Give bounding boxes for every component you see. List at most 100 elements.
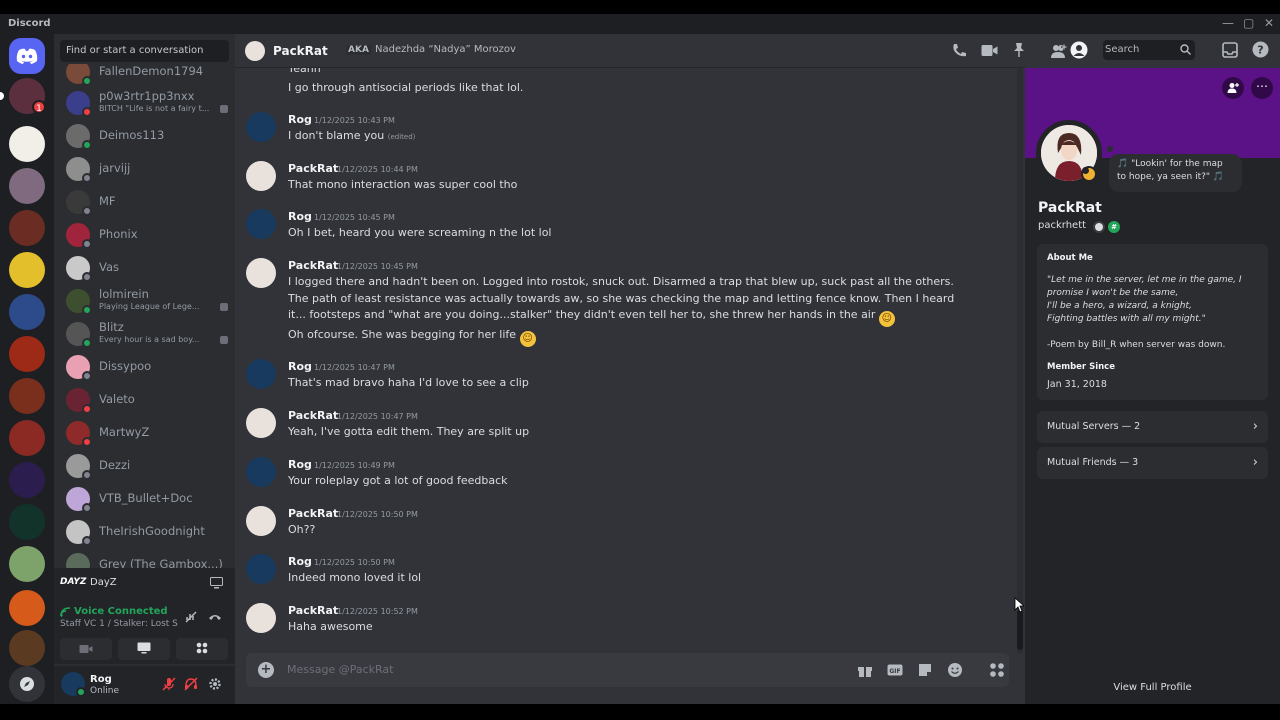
message-text: That mono interaction was super cool tho bbox=[288, 178, 518, 191]
server-icon[interactable] bbox=[9, 546, 45, 582]
server-icon[interactable] bbox=[9, 590, 45, 626]
upload-plus-icon[interactable]: + bbox=[258, 662, 274, 678]
help-icon[interactable]: ? bbox=[1252, 41, 1269, 58]
profile-toggle-icon[interactable] bbox=[1070, 41, 1088, 59]
activities-button[interactable] bbox=[176, 638, 228, 660]
pin-icon[interactable] bbox=[1012, 42, 1026, 58]
gif-icon[interactable]: GIF bbox=[887, 662, 903, 678]
status-dot bbox=[82, 239, 92, 249]
dm-item[interactable]: Blitz Every hour is a sad boy... bbox=[62, 318, 230, 350]
dm-item[interactable]: VTB_Bullet+Doc bbox=[62, 483, 230, 515]
profile-username[interactable]: packrhett bbox=[1038, 220, 1086, 231]
message-text: Oh?? bbox=[288, 523, 316, 536]
hashtag-badge-icon[interactable]: # bbox=[1108, 221, 1120, 233]
discover-button[interactable] bbox=[9, 666, 45, 702]
avatar[interactable] bbox=[246, 408, 276, 438]
camera-button[interactable] bbox=[60, 638, 112, 660]
share-screen-button[interactable] bbox=[118, 638, 170, 660]
radiation-icon[interactable] bbox=[9, 252, 45, 288]
message-author[interactable]: PackRat bbox=[288, 507, 338, 520]
noise-suppression-icon[interactable] bbox=[184, 610, 198, 624]
dm-item[interactable]: TheIrishGoodnight bbox=[62, 516, 230, 548]
minimize-button[interactable]: — bbox=[1222, 16, 1234, 30]
mutual-friends-row[interactable]: Mutual Friends — 3 › bbox=[1037, 447, 1268, 479]
video-call-icon[interactable] bbox=[981, 44, 998, 57]
server-icon[interactable] bbox=[9, 378, 45, 414]
voice-call-icon[interactable] bbox=[951, 42, 968, 59]
screen-share-icon[interactable] bbox=[210, 577, 223, 589]
message-author[interactable]: PackRat bbox=[288, 259, 338, 272]
server-icon[interactable] bbox=[9, 420, 45, 456]
message-input[interactable]: Message @PackRat bbox=[287, 663, 393, 676]
avatar[interactable] bbox=[246, 112, 276, 142]
server-icon[interactable] bbox=[9, 168, 45, 204]
inbox-icon[interactable] bbox=[1222, 42, 1238, 58]
mutual-servers-row[interactable]: Mutual Servers — 2 › bbox=[1037, 411, 1268, 443]
voice-channel-link[interactable]: Staff VC 1 / Stalker: Lost St... bbox=[60, 619, 178, 629]
dm-name: lolmirein bbox=[99, 287, 149, 301]
message-author[interactable]: Rog bbox=[288, 210, 312, 223]
voice-server-row[interactable]: DAYZ DayZ bbox=[54, 568, 235, 600]
dm-item[interactable]: Deimos113 bbox=[62, 120, 230, 152]
dm-item[interactable]: Phonix bbox=[62, 219, 230, 251]
server-icon[interactable] bbox=[9, 294, 45, 330]
server-icon[interactable] bbox=[9, 336, 45, 372]
scrollbar-thumb[interactable] bbox=[1017, 610, 1023, 650]
message-author[interactable]: Rog bbox=[288, 458, 312, 471]
avatar[interactable] bbox=[246, 359, 276, 389]
new-group-dm-icon[interactable] bbox=[1050, 42, 1068, 60]
sticker-icon[interactable] bbox=[917, 662, 933, 678]
message-author[interactable]: PackRat bbox=[288, 604, 338, 617]
header-toolbar: Search ? bbox=[1025, 34, 1280, 68]
message-author[interactable]: PackRat bbox=[288, 409, 338, 422]
dm-item[interactable]: MartwyZ bbox=[62, 417, 230, 449]
deafen-icon[interactable] bbox=[184, 677, 198, 691]
dm-search-input[interactable]: Find or start a conversation bbox=[60, 40, 229, 62]
dm-item[interactable]: Dezzi bbox=[62, 450, 230, 482]
mute-icon[interactable] bbox=[162, 677, 176, 691]
chat-scrollbar[interactable] bbox=[1017, 68, 1023, 654]
dm-item[interactable]: FallenDemon1794 bbox=[62, 64, 230, 88]
server-icon[interactable] bbox=[9, 462, 45, 498]
dm-item[interactable]: Vas bbox=[62, 252, 230, 284]
gift-icon[interactable] bbox=[857, 662, 873, 678]
dm-item[interactable]: MF bbox=[62, 186, 230, 218]
dm-item[interactable]: lolmirein Playing League of Lege... bbox=[62, 285, 230, 317]
rofl-emoji-icon: ☺ bbox=[878, 311, 895, 327]
add-friend-button[interactable] bbox=[1222, 77, 1244, 99]
avatar[interactable] bbox=[245, 41, 265, 61]
emoji-icon[interactable] bbox=[947, 662, 963, 678]
avatar[interactable] bbox=[246, 506, 276, 536]
message-author[interactable]: PackRat bbox=[288, 162, 338, 175]
message-author[interactable]: Rog bbox=[288, 113, 312, 126]
message-author[interactable]: Rog bbox=[288, 555, 312, 568]
view-full-profile-link[interactable]: View Full Profile bbox=[1025, 682, 1280, 693]
maximize-button[interactable]: ▢ bbox=[1243, 16, 1254, 30]
server-icon[interactable] bbox=[9, 210, 45, 246]
chevron-right-icon: › bbox=[1252, 455, 1258, 470]
dm-item[interactable]: jarvijj bbox=[62, 153, 230, 185]
message-author[interactable]: Rog bbox=[288, 360, 312, 373]
mutual-servers-label: Mutual Servers — 2 bbox=[1047, 421, 1141, 432]
home-button[interactable] bbox=[9, 38, 45, 74]
search-input[interactable]: Search bbox=[1103, 40, 1195, 60]
dm-item[interactable]: p0w3rtr1pp3nxx BITCH "Life is not a fair… bbox=[62, 87, 230, 119]
avatar[interactable] bbox=[246, 457, 276, 487]
gear-icon[interactable] bbox=[208, 677, 222, 691]
server-icon[interactable] bbox=[9, 126, 45, 162]
avatar[interactable] bbox=[246, 603, 276, 633]
dm-item[interactable]: Valeto bbox=[62, 384, 230, 416]
server-icon[interactable] bbox=[9, 504, 45, 540]
close-window-button[interactable]: ✕ bbox=[1264, 16, 1274, 30]
more-options-icon[interactable]: ⋯ bbox=[1251, 77, 1273, 99]
apps-icon[interactable] bbox=[989, 662, 1005, 678]
avatar[interactable] bbox=[246, 161, 276, 191]
activities-icon bbox=[196, 642, 208, 654]
avatar[interactable] bbox=[246, 258, 276, 288]
server-icon[interactable] bbox=[9, 630, 45, 666]
disconnect-icon[interactable] bbox=[208, 612, 222, 622]
nitro-badge-icon[interactable] bbox=[1093, 221, 1105, 233]
dm-item[interactable]: Dissypoo bbox=[62, 351, 230, 383]
avatar[interactable] bbox=[246, 554, 276, 584]
avatar[interactable] bbox=[246, 209, 276, 239]
